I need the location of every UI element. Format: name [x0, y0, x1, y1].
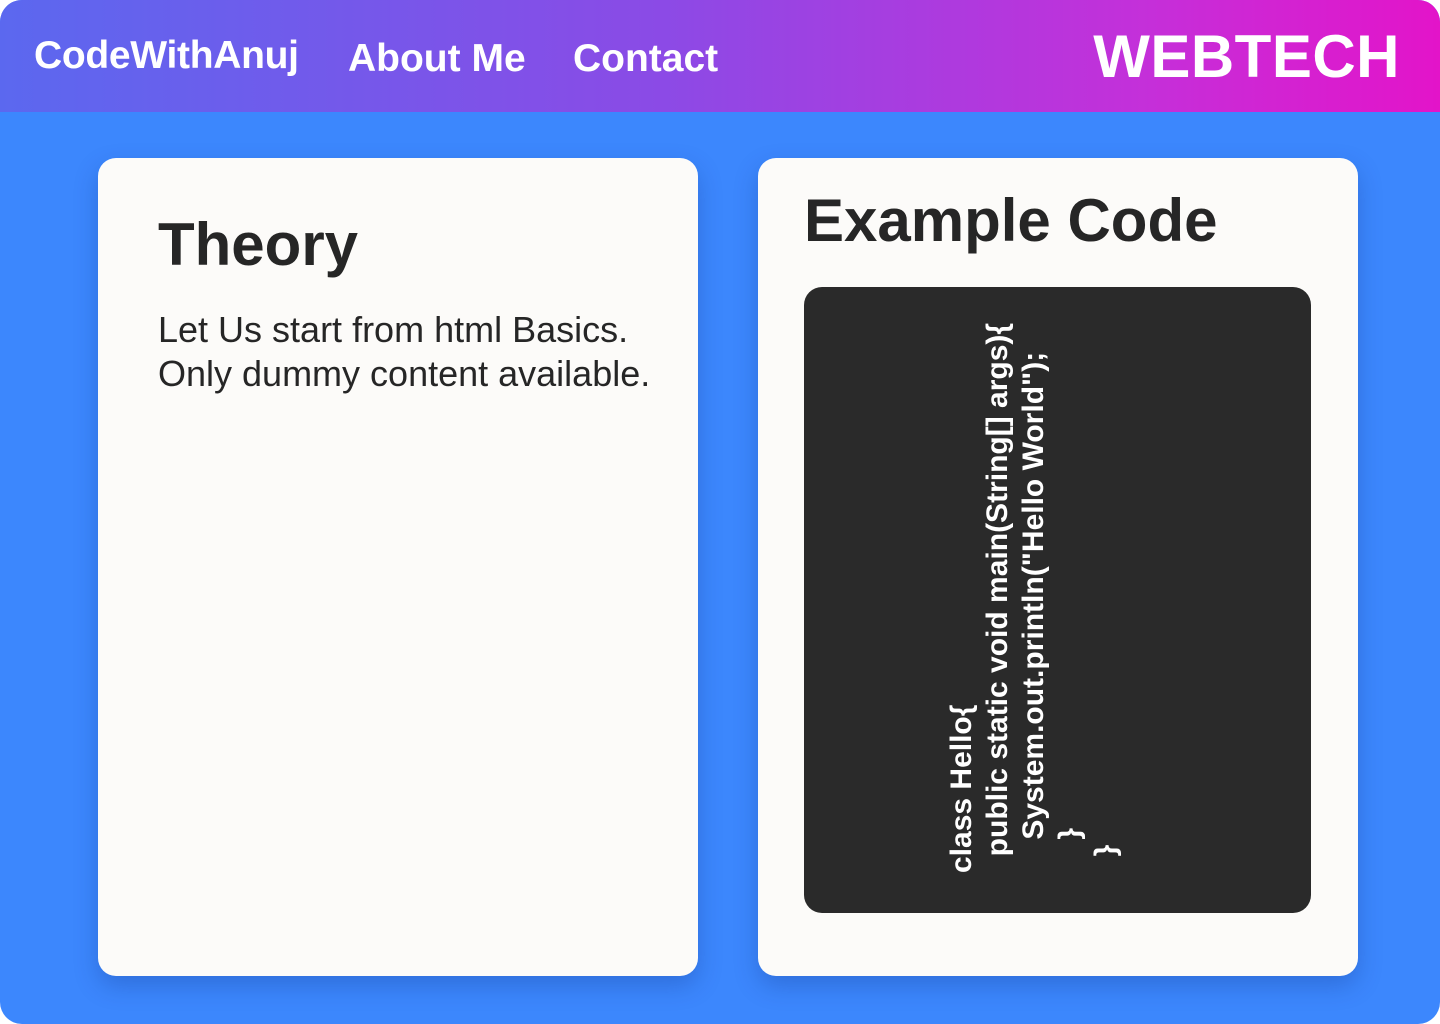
example-code-card: Example Code class Hello{ public static … [758, 158, 1358, 976]
theory-line-2: Only dummy content available. [158, 353, 651, 394]
theory-title: Theory [158, 211, 359, 278]
navbar: CodeWithAnuj About Me Contact WEBTECH [0, 0, 1440, 112]
theory-text: Let Us start from html Basics. Only dumm… [158, 308, 650, 396]
theory-line-1: Let Us start from html Basics. [158, 309, 629, 350]
example-code-title: Example Code [804, 187, 1218, 254]
brand-link[interactable]: CodeWithAnuj [34, 34, 299, 78]
code-line-1: class Hello{ [945, 704, 978, 873]
site-logo: WEBTECH [1093, 23, 1400, 90]
theory-card: Theory Let Us start from html Basics. On… [98, 158, 698, 976]
code-line-2: public static void main(String[] args){ [981, 322, 1014, 873]
page-frame: CodeWithAnuj About Me Contact WEBTECH Th… [0, 0, 1440, 1024]
nav-link-about-me[interactable]: About Me [348, 37, 526, 81]
code-line-4: } [1053, 827, 1086, 873]
code-text: class Hello{ public static void main(Str… [944, 313, 1124, 873]
code-line-3: System.out.println("Hello World"); [1017, 351, 1050, 873]
code-line-5: } [1089, 844, 1122, 873]
code-block: class Hello{ public static void main(Str… [804, 287, 1311, 913]
nav-link-contact[interactable]: Contact [573, 37, 718, 81]
